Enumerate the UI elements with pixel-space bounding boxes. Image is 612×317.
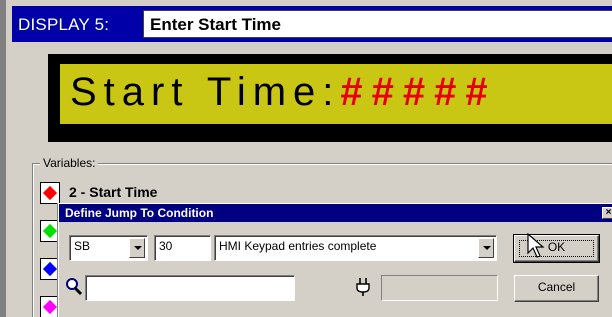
mouse-cursor <box>527 233 545 258</box>
condition-select[interactable]: HMI Keypad entries complete <box>214 235 497 261</box>
diamond-icon <box>42 261 58 277</box>
variable-color-swatch[interactable] <box>40 296 60 317</box>
plug-icon <box>356 278 370 296</box>
variables-group-label: Variables: <box>40 156 99 170</box>
display-number-label: DISPLAY 5: <box>18 15 110 34</box>
search-field[interactable] <box>85 275 295 301</box>
variable-color-swatch[interactable] <box>40 220 60 242</box>
lcd-static-text: Start Time: <box>70 70 341 114</box>
hmi-display-editor: DISPLAY 5: Enter Start Time Start Time:#… <box>0 0 612 317</box>
variable-label: 2 - Start Time <box>69 184 158 200</box>
lcd-preview-frame: Start Time:##### <box>48 54 612 142</box>
condition-select-value: HMI Keypad entries complete <box>219 239 377 253</box>
close-button[interactable]: × <box>602 207 612 219</box>
lcd-preview[interactable]: Start Time:##### <box>60 64 612 124</box>
chevron-down-icon[interactable] <box>129 238 145 258</box>
display-name-text: Enter Start Time <box>150 15 282 34</box>
cancel-button[interactable]: Cancel <box>514 275 599 302</box>
variable-color-swatch[interactable] <box>40 258 60 280</box>
type-select[interactable]: SB <box>69 235 148 261</box>
close-icon: × <box>605 207 612 218</box>
type-select-value: SB <box>74 239 91 253</box>
connection-field <box>381 275 498 301</box>
lcd-hash-placeholder: ##### <box>340 70 497 114</box>
lcd-text: Start Time:##### <box>70 70 497 115</box>
diamond-icon <box>42 299 58 315</box>
variable-color-swatch[interactable] <box>40 182 60 204</box>
dialog-title: Define Jump To Condition <box>65 206 214 220</box>
display-name-field[interactable]: Enter Start Time <box>143 10 612 38</box>
diamond-icon <box>42 185 58 201</box>
cancel-button-label: Cancel <box>537 280 576 294</box>
number-input[interactable]: 30 <box>154 235 211 261</box>
display-title-bar: DISPLAY 5: Enter Start Time <box>12 6 612 42</box>
number-input-value: 30 <box>159 239 173 253</box>
diamond-icon <box>42 223 58 239</box>
dialog-title-bar[interactable]: Define Jump To Condition × <box>59 204 612 222</box>
chevron-down-icon[interactable] <box>478 238 494 258</box>
search-icon <box>66 278 83 296</box>
